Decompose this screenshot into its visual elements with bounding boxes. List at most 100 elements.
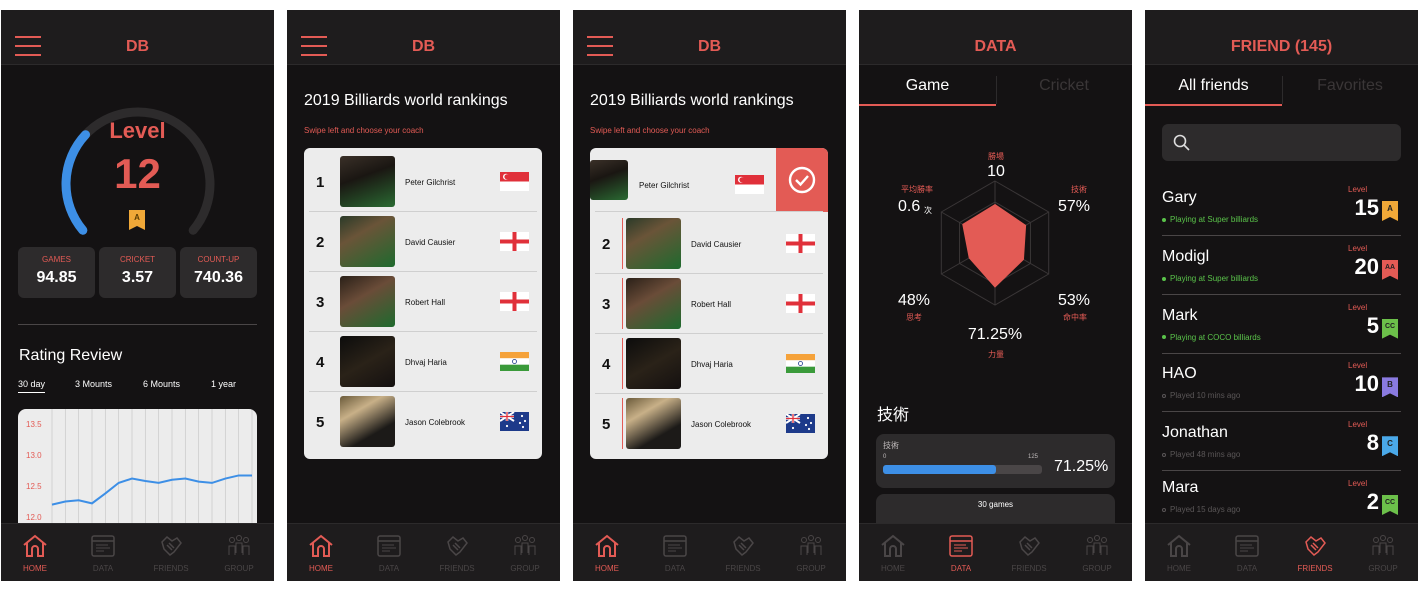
radar-value-wins: 10 [987, 163, 1005, 180]
group-icon [1086, 535, 1108, 555]
online-dot-icon [1162, 217, 1166, 222]
skill-progress-track [883, 465, 1042, 474]
nav-friends[interactable]: FRIENDS [709, 524, 777, 581]
nav-data[interactable]: DATA [927, 524, 995, 581]
nav-data[interactable]: DATA [355, 524, 423, 581]
nav-home[interactable]: HOME [573, 524, 641, 581]
ranking-row[interactable]: 4 Dhvaj Haria [590, 334, 828, 394]
nav-group[interactable]: GROUP [1063, 524, 1131, 581]
search-input[interactable] [1162, 124, 1401, 161]
nav-friends[interactable]: FRIENDS [995, 524, 1063, 581]
player-photo [626, 278, 681, 329]
friend-name: Mark [1162, 306, 1198, 324]
select-coach-button[interactable] [776, 148, 828, 212]
tab-underline [859, 104, 996, 106]
nav-home[interactable]: HOME [1, 524, 69, 581]
tab-favorites[interactable]: Favorites [1282, 77, 1418, 95]
skill-max: 125 [1028, 454, 1039, 460]
page-title: DATA [974, 38, 1017, 55]
player-name: Robert Hall [691, 300, 732, 309]
period-tab-6-months[interactable]: 6 Mounts [143, 379, 180, 389]
friend-row[interactable]: HAO Played 10 mins ago Level 10 B [1145, 353, 1418, 413]
nav-data[interactable]: DATA [641, 524, 709, 581]
data-icon [1235, 535, 1259, 557]
player-photo [626, 398, 681, 449]
nav-group[interactable]: GROUP [205, 524, 273, 581]
games-count: 30 games [977, 500, 1014, 509]
nav-friends[interactable]: FRIENDS [137, 524, 205, 581]
group-icon [514, 535, 536, 555]
radar-label-technique: 技術 [1071, 185, 1087, 194]
nav-label: FRIENDS [1011, 564, 1047, 573]
friend-row[interactable]: Gary Playing at Super billiards Level 15… [1145, 177, 1418, 236]
friend-level-badge: C [1382, 436, 1398, 457]
friend-status-text: Playing at Super billiards [1170, 273, 1259, 283]
friend-level-label: Level [1348, 479, 1368, 488]
nav-data[interactable]: DATA [1213, 524, 1281, 581]
australia-flag-icon [785, 413, 815, 433]
nav-home[interactable]: HOME [1145, 524, 1213, 581]
online-dot-icon [1162, 276, 1166, 281]
nav-group[interactable]: GROUP [777, 524, 845, 581]
home-screen: DB Level 12 A GAMES 94.85 CRICKET 3.57 C… [1, 10, 274, 581]
nav-friends[interactable]: FRIENDS [423, 524, 491, 581]
friend-level-badge: CC [1382, 318, 1398, 339]
friend-row[interactable]: Mark Playing at COCO billiards Level 5 C… [1145, 295, 1418, 354]
skill-label: 技術 [883, 441, 899, 450]
radar-area [962, 203, 1027, 288]
radar-label-wins: 勝場 [988, 152, 1004, 161]
friend-level-label: Level [1348, 302, 1368, 312]
player-photo [626, 218, 681, 269]
ranking-row[interactable]: 5 Jason Colebrook [590, 394, 828, 454]
player-name: Peter Gilchrist [405, 178, 456, 187]
level-label: Level [109, 118, 166, 143]
friend-row[interactable]: Mara Played 15 days ago Level 2 CC [1145, 471, 1418, 530]
nav-friends[interactable]: FRIENDS [1281, 524, 1349, 581]
nav-data[interactable]: DATA [69, 524, 137, 581]
friend-level-value: 8 [1366, 430, 1379, 456]
radar-label-thinking: 思考 [906, 313, 922, 322]
ranking-row[interactable]: 3 Robert Hall [590, 274, 828, 334]
period-tab-1-year[interactable]: 1 year [211, 379, 236, 389]
friend-row[interactable]: Jonathan Played 48 mins ago Level 8 C [1145, 412, 1418, 472]
ranking-row[interactable]: Peter Gilchrist [590, 148, 828, 212]
friend-name: Gary [1162, 189, 1197, 206]
tab-all-friends[interactable]: All friends [1145, 77, 1282, 95]
period-tab-30-day[interactable]: 30 day [18, 379, 46, 393]
ranking-row[interactable]: 4 Dhvaj Haria [304, 332, 542, 392]
nav-home[interactable]: HOME [859, 524, 927, 581]
nav-label: FRIENDS [153, 564, 189, 573]
tab-divider [996, 76, 997, 104]
period-tab-3-months[interactable]: 3 Mounts [75, 379, 112, 389]
nav-group[interactable]: GROUP [1349, 524, 1417, 581]
ranking-row[interactable]: 5 Jason Colebrook [304, 392, 542, 452]
nav-group[interactable]: GROUP [491, 524, 559, 581]
stat-count-up: COUNT-UP 740.36 [180, 247, 257, 298]
handshake-icon [733, 535, 754, 556]
friend-row[interactable]: Modigl Playing at Super billiards Level … [1145, 236, 1418, 295]
page-title: DB [697, 38, 722, 55]
rank-number: 3 [316, 294, 325, 311]
stat-label: COUNT-UP [197, 255, 240, 264]
player-photo [590, 160, 628, 200]
ranking-row[interactable]: 3 Robert Hall [304, 272, 542, 332]
radar-value-accuracy: 53% [1057, 292, 1091, 309]
nav-home[interactable]: HOME [287, 524, 355, 581]
top-bar: FRIEND (145) [1145, 10, 1418, 65]
nav-label: DATA [1236, 564, 1258, 573]
england-flag-icon [500, 292, 529, 311]
friend-status: Played 10 mins ago [1162, 391, 1240, 400]
ranking-row[interactable]: 1 Peter Gilchrist [304, 152, 542, 212]
nav-label: DATA [950, 564, 972, 573]
rankings-screen-swiped: DB 2019 Billiards world rankings Swipe l… [573, 10, 846, 581]
friend-status: Played 48 mins ago [1162, 450, 1240, 459]
online-dot-icon [1162, 335, 1166, 340]
tab-game[interactable]: Game [859, 77, 996, 95]
ranking-row[interactable]: 2 David Causier [304, 212, 542, 272]
nav-label: GROUP [224, 564, 254, 573]
ranking-row[interactable]: 2 David Causier [590, 214, 828, 274]
page-title: DB [411, 38, 436, 55]
y-tick-label: 12.0 [26, 513, 42, 522]
tab-cricket[interactable]: Cricket [996, 77, 1132, 95]
data-icon [91, 535, 115, 557]
